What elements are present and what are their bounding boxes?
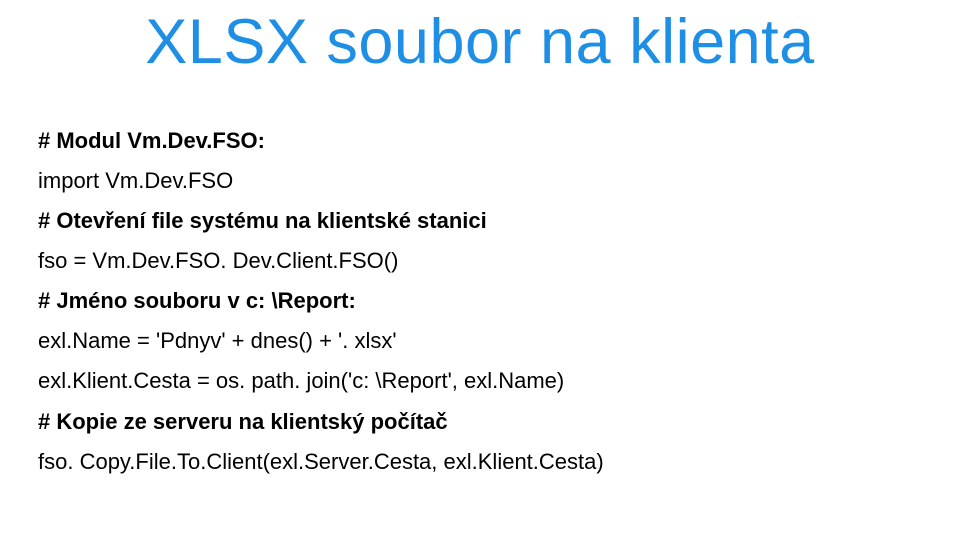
code-line-comment: # Modul Vm.Dev.FSO: [38,121,922,161]
code-line: exl.Klient.Cesta = os. path. join('c: \R… [38,361,922,401]
code-line-comment: # Jméno souboru v c: \Report: [38,281,922,321]
code-line-comment: # Kopie ze serveru na klientský počítač [38,402,922,442]
code-line: exl.Name = 'Pdnyv' + dnes() + '. xlsx' [38,321,922,361]
slide-title: XLSX soubor na klienta [38,0,922,77]
code-line: import Vm.Dev.FSO [38,161,922,201]
slide-body: # Modul Vm.Dev.FSO: import Vm.Dev.FSO # … [38,121,922,481]
slide: XLSX soubor na klienta # Modul Vm.Dev.FS… [0,0,960,540]
code-line: fso = Vm.Dev.FSO. Dev.Client.FSO() [38,241,922,281]
code-line: fso. Copy.File.To.Client(exl.Server.Cest… [38,442,922,482]
code-line-comment: # Otevření file systému na klientské sta… [38,201,922,241]
